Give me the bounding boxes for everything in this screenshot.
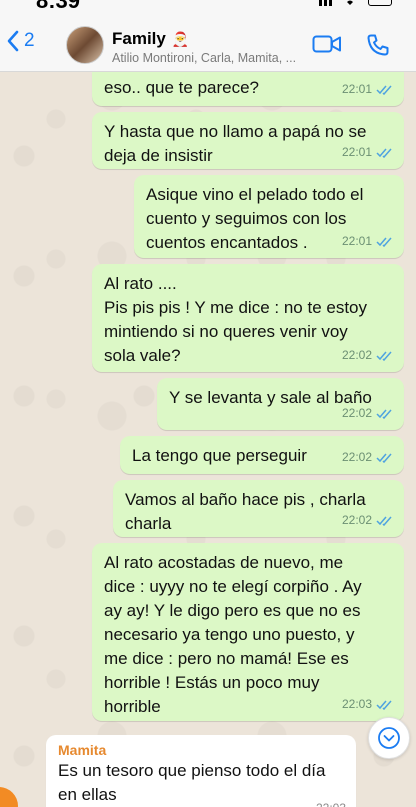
video-call-icon[interactable] — [312, 34, 342, 54]
chevron-left-icon — [7, 30, 19, 52]
status-bar: 8:39 — [0, 0, 416, 14]
read-ticks-icon — [376, 700, 392, 710]
message-bubble[interactable]: Vamos al baño hace pis , charla charla 2… — [113, 480, 404, 537]
message-time: 22:01 — [341, 234, 372, 248]
chat-info[interactable]: Family 🎅 Atilio Montironi, Carla, Mamita… — [112, 29, 302, 65]
message-time: 22:02 — [341, 406, 372, 420]
chat-header: 2 Family 🎅 Atilio Montironi, Carla, Mami… — [0, 14, 416, 72]
message-meta: 22:03 — [316, 796, 346, 807]
participants-list: Atilio Montironi, Carla, Mamita, ... — [112, 51, 297, 65]
wifi-icon — [347, 0, 353, 5]
message-time: 22:03 — [341, 697, 372, 711]
message-meta: 22:02 — [342, 508, 394, 532]
chat-title-row: Family 🎅 — [112, 29, 302, 49]
message-time: 22:02 — [341, 348, 372, 362]
status-icons — [319, 0, 392, 6]
read-ticks-icon — [376, 148, 392, 158]
message-bubble[interactable]: eso.. que te parece? 22:01 — [92, 72, 404, 106]
message-bubble[interactable]: Y hasta que no llamo a papá no se deja d… — [92, 112, 404, 169]
battery-icon — [368, 0, 392, 6]
read-ticks-icon — [376, 237, 392, 247]
message-bubble[interactable]: Asique vino el pelado todo el cuento y s… — [134, 175, 404, 258]
chat-title: Family — [112, 29, 166, 48]
read-ticks-icon — [376, 85, 392, 95]
message-meta: 22:02 — [342, 343, 394, 367]
message-time: 22:03 — [316, 796, 346, 807]
message-time: 22:01 — [341, 145, 372, 159]
santa-emoji: 🎅 — [171, 30, 190, 47]
read-ticks-icon — [376, 351, 392, 361]
message-time: 22:01 — [341, 82, 372, 96]
sender-name: Mamita — [58, 742, 107, 758]
group-avatar[interactable] — [66, 26, 104, 64]
message-bubble-incoming[interactable]: Mamita Es un tesoro que pienso todo el d… — [46, 735, 356, 807]
phone-icon[interactable] — [366, 33, 390, 57]
message-time: 22:02 — [341, 513, 372, 527]
message-meta: 22:01 — [342, 140, 394, 164]
chevron-down-circle-icon — [378, 727, 400, 749]
message-meta: 22:02 — [342, 445, 394, 469]
message-time: 22:02 — [341, 450, 372, 464]
message-bubble[interactable]: Al rato acostadas de nuevo, me dice : uy… — [92, 543, 404, 721]
message-meta: 22:01 — [342, 77, 394, 101]
message-meta: 22:03 — [342, 692, 394, 716]
unread-count: 2 — [24, 30, 35, 51]
back-button[interactable]: 2 — [6, 30, 35, 52]
message-text: Es un tesoro que pienso todo el día en e… — [58, 761, 326, 804]
signal-icon — [319, 0, 332, 6]
message-bubble[interactable]: La tengo que perseguir 22:02 — [120, 436, 404, 474]
read-ticks-icon — [376, 516, 392, 526]
read-ticks-icon — [376, 453, 392, 463]
message-bubble[interactable]: Al rato .... Pis pis pis ! Y me dice : n… — [92, 264, 404, 372]
message-meta: 22:01 — [342, 229, 394, 253]
read-ticks-icon — [376, 409, 392, 419]
message-meta: 22:02 — [342, 401, 394, 425]
message-bubble[interactable]: Y se levanta y sale al baño 22:02 — [157, 378, 404, 430]
scroll-to-bottom-button[interactable] — [368, 717, 410, 759]
status-time: 8:39 — [36, 0, 81, 13]
